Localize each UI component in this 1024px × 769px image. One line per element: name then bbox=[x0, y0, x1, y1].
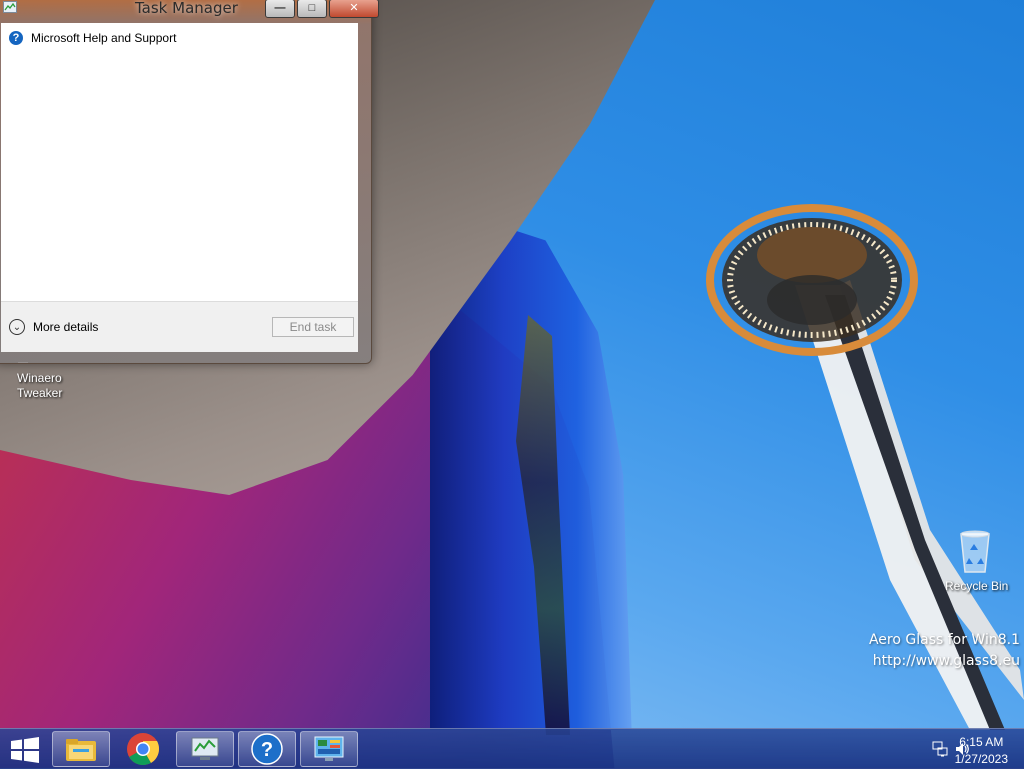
svg-text:?: ? bbox=[261, 739, 273, 761]
winaero-label-line2: Tweaker bbox=[17, 386, 63, 400]
clock-time: 6:15 AM bbox=[959, 735, 1004, 749]
app-list-item[interactable]: ? Microsoft Help and Support bbox=[9, 31, 176, 45]
taskbar-chrome[interactable] bbox=[114, 731, 172, 767]
watermark-line2: http://www.glass8.eu bbox=[872, 653, 1020, 669]
taskbar-control-panel[interactable] bbox=[300, 731, 358, 767]
taskbar-task-manager[interactable] bbox=[176, 731, 234, 767]
file-explorer-icon bbox=[66, 739, 96, 761]
winaero-label-line1: Winaero bbox=[17, 371, 62, 385]
system-tray: 6:15 AM 1/27/2023 bbox=[894, 729, 1024, 769]
more-details-button[interactable]: ⌄ More details bbox=[9, 319, 98, 335]
clock-date: 1/27/2023 bbox=[954, 752, 1008, 766]
taskbar: ? 6:15 AM 1/27/2023 bbox=[0, 728, 1024, 769]
taskbar-help-support[interactable]: ? bbox=[238, 731, 296, 767]
maximize-icon: □ bbox=[308, 2, 316, 14]
more-details-label: More details bbox=[33, 320, 99, 334]
help-icon: ? bbox=[9, 31, 23, 45]
network-icon[interactable] bbox=[932, 741, 948, 757]
task-manager-window: Task Manager — □ ✕ ? Microsoft Help and … bbox=[0, 0, 379, 364]
chevron-down-icon: ⌄ bbox=[9, 319, 25, 335]
minimize-icon: — bbox=[274, 2, 286, 14]
task-manager-icon bbox=[191, 737, 219, 760]
recycle-bin-icon bbox=[960, 530, 990, 573]
chrome-icon bbox=[127, 733, 160, 766]
minimize-button[interactable]: — bbox=[265, 0, 295, 18]
help-support-icon: ? bbox=[251, 733, 283, 765]
app-list: ? Microsoft Help and Support bbox=[1, 23, 358, 301]
close-button[interactable]: ✕ bbox=[329, 0, 379, 18]
task-manager-app-icon bbox=[3, 1, 17, 13]
window-controls: — □ ✕ bbox=[265, 0, 381, 18]
taskbar-file-explorer[interactable] bbox=[52, 731, 110, 767]
close-icon: ✕ bbox=[349, 2, 359, 14]
watermark-line1: Aero Glass for Win8.1 bbox=[868, 632, 1020, 648]
taskbar-clock[interactable]: 6:15 AM 1/27/2023 bbox=[955, 734, 1008, 768]
recycle-bin-label: Recycle Bin bbox=[945, 579, 1009, 593]
window-title: Task Manager bbox=[135, 0, 238, 17]
maximize-button[interactable]: □ bbox=[297, 0, 327, 18]
aero-glass-watermark: Aero Glass for Win8.1 http://www.glass8.… bbox=[869, 630, 1020, 672]
window-footer: ⌄ More details End task bbox=[1, 301, 358, 352]
app-name: Microsoft Help and Support bbox=[31, 31, 177, 45]
end-task-button[interactable]: End task bbox=[272, 317, 354, 337]
start-button[interactable] bbox=[10, 737, 40, 763]
control-panel-icon bbox=[314, 736, 344, 761]
